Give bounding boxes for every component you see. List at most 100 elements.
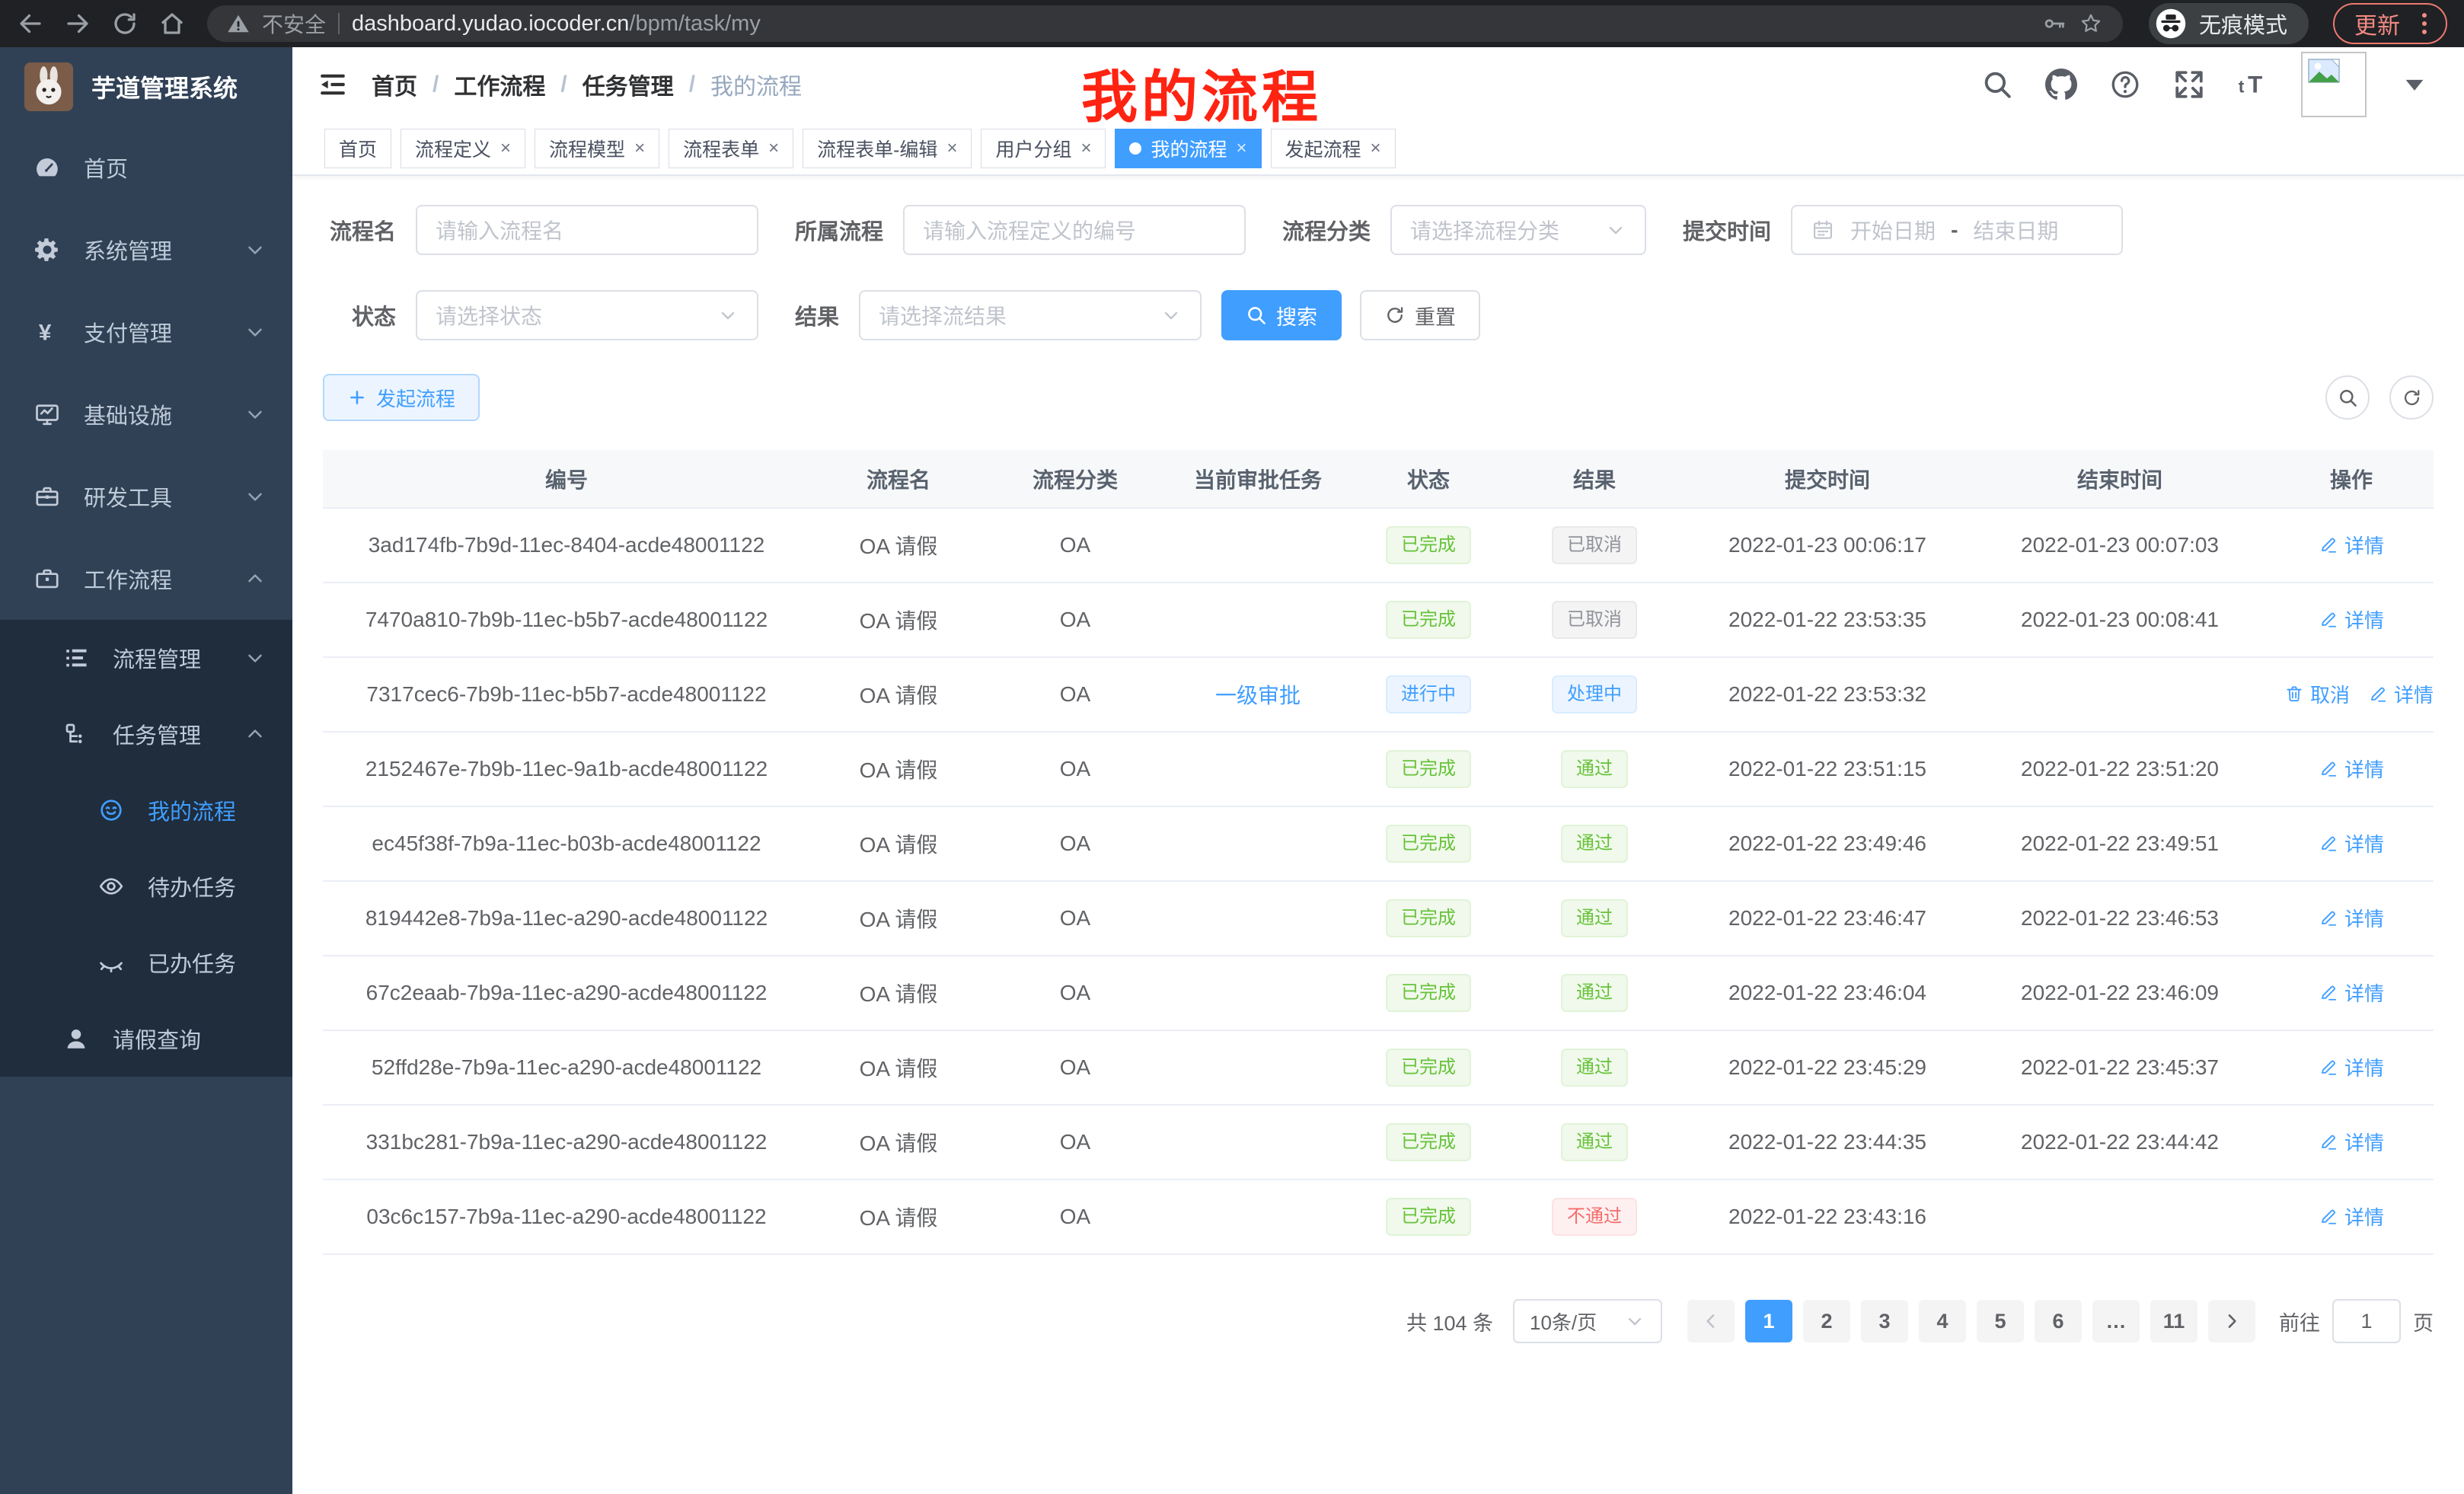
page-button[interactable]: 3 (1861, 1300, 1908, 1342)
close-icon[interactable]: × (768, 138, 779, 159)
detail-link[interactable]: 详情 (2319, 829, 2384, 857)
tab-item[interactable]: 流程模型× (535, 129, 659, 168)
page-button[interactable]: 1 (1745, 1300, 1792, 1342)
page-button[interactable]: 5 (1977, 1300, 2024, 1342)
detail-link[interactable]: 详情 (2319, 1128, 2384, 1156)
submit-time-range-input[interactable]: 开始日期 - 结束日期 (1791, 205, 2123, 255)
sidebar-item[interactable]: 流程管理 (0, 620, 292, 696)
cancel-link[interactable]: 取消 (2284, 680, 2350, 708)
show-search-button[interactable] (2325, 375, 2370, 420)
forward-icon[interactable] (64, 10, 91, 37)
table-row: 819442e8-7b9a-11ec-a290-acde48001122OA 请… (323, 881, 2434, 956)
page-button[interactable]: 2 (1803, 1300, 1850, 1342)
close-icon[interactable]: × (500, 138, 511, 159)
back-icon[interactable] (17, 10, 44, 37)
detail-link[interactable]: 详情 (2319, 1053, 2384, 1081)
pagination: 共 104 条 10条/页 123456…11 前往 1 页 (323, 1299, 2434, 1343)
search-button[interactable]: 搜索 (1221, 290, 1342, 340)
prev-page-button[interactable] (1687, 1300, 1735, 1342)
create-process-button[interactable]: 发起流程 (323, 374, 480, 421)
edit-icon (2319, 1206, 2338, 1226)
cell-id: 331bc281-7b9a-11ec-a290-acde48001122 (323, 1105, 810, 1180)
sidebar-item[interactable]: 任务管理 (0, 696, 292, 772)
detail-link[interactable]: 详情 (2319, 1202, 2384, 1231)
detail-link[interactable]: 详情 (2319, 904, 2384, 932)
sidebar-item[interactable]: 研发工具 (0, 455, 292, 538)
tab-item[interactable]: 流程定义× (401, 129, 525, 168)
sidebar-item[interactable]: ¥支付管理 (0, 291, 292, 373)
tab-item[interactable]: 流程表单× (669, 129, 793, 168)
caret-down-icon[interactable] (2399, 69, 2430, 101)
goto-page-input[interactable]: 1 (2332, 1299, 2401, 1343)
breadcrumb-item[interactable]: 首页 (372, 68, 417, 101)
close-icon[interactable]: × (946, 138, 957, 159)
close-icon[interactable]: × (1080, 138, 1091, 159)
next-page-button[interactable] (2208, 1300, 2255, 1342)
cell-category: OA (987, 1030, 1163, 1105)
help-icon[interactable] (2109, 69, 2141, 101)
close-icon[interactable]: × (1371, 138, 1381, 159)
sidebar-item[interactable]: 工作流程 (0, 538, 292, 620)
table-toolbar: 发起流程 (323, 374, 2434, 421)
cell-status: 已完成 (1352, 956, 1505, 1030)
breadcrumb-item[interactable]: 工作流程 (454, 68, 545, 101)
gear-icon (34, 236, 61, 263)
search-icon[interactable] (1981, 69, 2013, 101)
sidebar-item[interactable]: 我的流程 (0, 772, 292, 848)
result-select[interactable]: 请选择流结果 (859, 290, 1202, 340)
sidebar-item[interactable]: 系统管理 (0, 209, 292, 291)
sidebar-item[interactable]: 基础设施 (0, 373, 292, 455)
page-size-select[interactable]: 10条/页 (1513, 1299, 1662, 1343)
sidebar-item[interactable]: 请假查询 (0, 1001, 292, 1077)
tab-active[interactable]: 我的流程× (1115, 129, 1261, 168)
page-button[interactable]: 4 (1919, 1300, 1966, 1342)
status-badge: 已完成 (1386, 1123, 1471, 1161)
cell-result: 通过 (1505, 806, 1684, 881)
detail-link[interactable]: 详情 (2319, 605, 2384, 634)
bookmark-star-icon[interactable] (2079, 11, 2103, 36)
page-button[interactable]: 11 (2150, 1300, 2197, 1342)
sidebar-item[interactable]: 首页 (0, 126, 292, 209)
detail-link[interactable]: 详情 (2319, 978, 2384, 1007)
navbar-actions: tT (1981, 52, 2430, 117)
detail-link[interactable]: 详情 (2368, 680, 2434, 708)
task-link[interactable]: 一级审批 (1215, 684, 1301, 707)
sidebar-item[interactable]: 待办任务 (0, 848, 292, 924)
cell-actions: 详情 (2269, 732, 2434, 806)
sidebar-item-label: 支付管理 (84, 316, 172, 348)
sidebar-item[interactable]: 已办任务 (0, 924, 292, 1001)
hamburger-icon[interactable] (317, 69, 349, 101)
breadcrumb-item[interactable]: 任务管理 (582, 68, 674, 101)
detail-link[interactable]: 详情 (2319, 531, 2384, 559)
reset-button[interactable]: 重置 (1360, 290, 1480, 340)
github-icon[interactable] (2045, 69, 2077, 101)
url-text: dashboard.yudao.iocoder.cn/bpm/task/my (352, 11, 761, 37)
parent-process-input[interactable]: 请输入流程定义的编号 (903, 205, 1246, 255)
cell-end-time: 2022-01-23 00:08:41 (1971, 583, 2269, 657)
refresh-table-button[interactable] (2389, 375, 2434, 420)
key-icon[interactable] (2042, 11, 2067, 36)
category-select[interactable]: 请选择流程分类 (1390, 205, 1646, 255)
tab-item[interactable]: 首页 (324, 129, 391, 168)
avatar[interactable] (2301, 52, 2367, 117)
close-icon[interactable]: × (1237, 138, 1247, 159)
url-bar[interactable]: 不安全 dashboard.yudao.iocoder.cn/bpm/task/… (207, 5, 2123, 42)
cell-status: 已完成 (1352, 583, 1505, 657)
browser-menu-kebab-icon[interactable] (2409, 8, 2440, 39)
status-select[interactable]: 请选择状态 (416, 290, 758, 340)
reload-icon[interactable] (111, 10, 139, 37)
tab-item[interactable]: 流程表单-编辑× (803, 129, 972, 168)
chevron-down-icon (244, 646, 267, 669)
font-size-icon[interactable]: tT (2237, 69, 2269, 101)
page-more-button[interactable]: … (2092, 1300, 2140, 1342)
close-icon[interactable]: × (634, 138, 645, 159)
process-name-input[interactable]: 请输入流程名 (416, 205, 758, 255)
fullscreen-icon[interactable] (2173, 69, 2205, 101)
update-button[interactable]: 更新 (2333, 3, 2447, 44)
page-button[interactable]: 6 (2035, 1300, 2082, 1342)
tab-item[interactable]: 用户分组× (981, 129, 1106, 168)
detail-link[interactable]: 详情 (2319, 755, 2384, 783)
home-icon[interactable] (158, 10, 186, 37)
logo-image (24, 62, 73, 111)
tab-item[interactable]: 发起流程× (1271, 129, 1396, 168)
